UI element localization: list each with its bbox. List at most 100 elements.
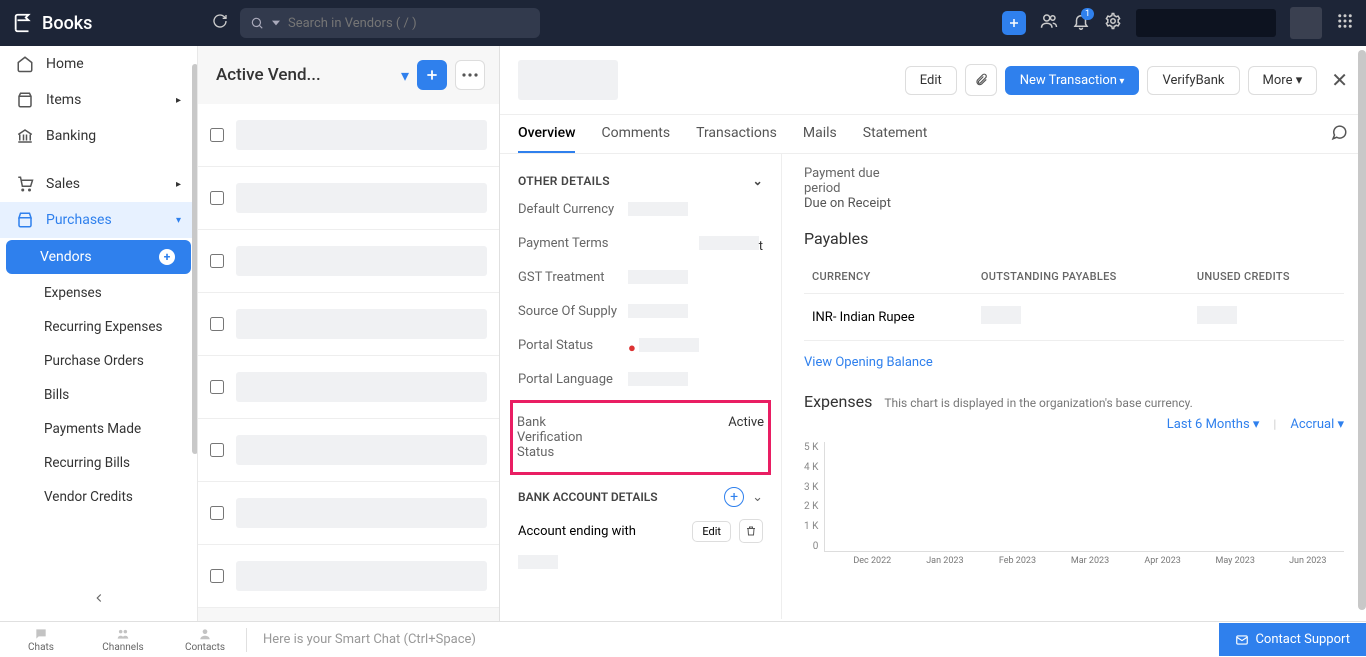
vendor-list-row[interactable]	[198, 545, 499, 608]
settings-icon[interactable]	[1104, 12, 1122, 34]
chart-controls: Last 6 Months ▾ | Accrual ▾	[804, 417, 1344, 432]
expenses-note: This chart is displayed in the organizat…	[884, 396, 1193, 410]
nav-vendors[interactable]: Vendors +	[6, 240, 191, 274]
vendor-list-panel: Active Vend... ▾	[198, 46, 500, 621]
nav-recurring-expenses[interactable]: Recurring Expenses	[0, 310, 197, 344]
tab-overview[interactable]: Overview	[518, 115, 575, 153]
row-checkbox[interactable]	[210, 128, 224, 142]
edit-bank-account-button[interactable]: Edit	[692, 521, 731, 542]
tab-mails[interactable]: Mails	[803, 115, 837, 153]
books-logo-icon	[12, 12, 34, 34]
user-avatar[interactable]	[1290, 7, 1322, 39]
view-opening-balance-link[interactable]: View Opening Balance	[804, 355, 933, 370]
top-bar: Books 1	[0, 0, 1366, 46]
row-checkbox[interactable]	[210, 569, 224, 583]
value-redacted	[628, 372, 688, 386]
nav-items[interactable]: Items ▸	[0, 82, 197, 118]
vendor-list-row[interactable]	[198, 482, 499, 545]
field-portal-language: Portal Language	[518, 364, 763, 398]
delete-bank-account-button[interactable]	[739, 519, 763, 543]
vendor-list-row[interactable]	[198, 293, 499, 356]
close-icon[interactable]: ✕	[1331, 68, 1348, 92]
nav-home[interactable]: Home	[0, 46, 197, 82]
search-scope-caret-icon[interactable]	[272, 19, 280, 27]
search-box[interactable]	[240, 8, 540, 38]
row-checkbox[interactable]	[210, 506, 224, 520]
nav-vendor-credits[interactable]: Vendor Credits	[0, 480, 197, 514]
vendor-list-row[interactable]	[198, 419, 499, 482]
bottom-tab-contacts[interactable]: Contacts	[164, 627, 246, 653]
vendor-name-redacted	[236, 561, 487, 591]
row-checkbox[interactable]	[210, 380, 224, 394]
chat-icon[interactable]	[1330, 115, 1348, 153]
nav-payments-made[interactable]: Payments Made	[0, 412, 197, 446]
tab-statement[interactable]: Statement	[863, 115, 928, 153]
list-more-button[interactable]	[455, 60, 485, 90]
vendor-list-row[interactable]	[198, 104, 499, 167]
list-filter-caret-icon[interactable]: ▾	[401, 66, 409, 85]
detail-body: OTHER DETAILS ⌄ Default Currency Payment…	[500, 154, 1366, 619]
section-bank-account-details[interactable]: BANK ACCOUNT DETAILS + ⌄	[518, 477, 763, 511]
tab-comments[interactable]: Comments	[601, 115, 670, 153]
list-header: Active Vend... ▾	[198, 46, 499, 104]
payables-table: CURRENCY OUTSTANDING PAYABLES UNUSED CRE…	[804, 260, 1344, 341]
bottom-tab-channels[interactable]: Channels	[82, 627, 164, 653]
row-checkbox[interactable]	[210, 443, 224, 457]
users-icon[interactable]	[1040, 12, 1058, 34]
bank-account-row: Account ending with Edit	[518, 511, 763, 551]
section-other-details[interactable]: OTHER DETAILS ⌄	[518, 168, 763, 194]
edit-button[interactable]: Edit	[905, 66, 957, 95]
nav-label: Recurring Expenses	[44, 319, 162, 335]
notifications-icon[interactable]: 1	[1072, 12, 1090, 34]
page-scrollbar[interactable]	[1358, 50, 1366, 610]
nav-banking[interactable]: Banking	[0, 118, 197, 154]
nav-purchase-orders[interactable]: Purchase Orders	[0, 344, 197, 378]
verify-bank-button[interactable]: VerifyBank	[1147, 66, 1239, 95]
nav-purchases[interactable]: Purchases ▾	[0, 202, 197, 238]
add-vendor-button[interactable]	[417, 60, 447, 90]
apps-grid-icon[interactable]	[1336, 12, 1354, 34]
chart-plot-area	[824, 442, 1344, 552]
search-input[interactable]	[288, 16, 530, 31]
bottom-tab-chats[interactable]: Chats	[0, 627, 82, 653]
quick-create-button[interactable]	[1002, 11, 1026, 35]
bottom-bar: Chats Channels Contacts Here is your Sma…	[0, 621, 1366, 657]
basis-selector[interactable]: Accrual ▾	[1290, 417, 1344, 432]
attachment-button[interactable]	[965, 64, 997, 96]
add-bank-account-icon[interactable]: +	[724, 487, 744, 507]
nav-label: Vendors	[40, 249, 92, 265]
sidebar-collapse-button[interactable]	[0, 584, 198, 615]
nav-bills[interactable]: Bills	[0, 378, 197, 412]
more-button[interactable]: More ▾	[1248, 66, 1318, 95]
payment-due-block: Payment due period Due on Receipt	[804, 166, 1344, 211]
new-transaction-button[interactable]: New Transaction	[1005, 66, 1140, 95]
value-redacted	[981, 306, 1021, 324]
nav-label: Recurring Bills	[44, 455, 130, 471]
chats-icon	[33, 627, 49, 641]
field-source-of-supply: Source Of Supply	[518, 296, 763, 330]
organization-selector[interactable]	[1136, 9, 1276, 37]
contact-support-button[interactable]: Contact Support	[1219, 623, 1366, 656]
nav-sales[interactable]: Sales ▸	[0, 166, 197, 202]
contacts-icon	[197, 627, 213, 641]
home-icon	[16, 55, 34, 73]
refresh-icon[interactable]	[212, 13, 228, 33]
value-redacted	[628, 202, 688, 216]
vendor-list-row[interactable]	[198, 167, 499, 230]
add-vendor-icon[interactable]: +	[159, 249, 175, 265]
field-payment-terms: Payment Terms t	[518, 228, 763, 262]
tab-transactions[interactable]: Transactions	[696, 115, 777, 153]
row-checkbox[interactable]	[210, 254, 224, 268]
row-checkbox[interactable]	[210, 317, 224, 331]
smart-chat-input[interactable]: Here is your Smart Chat (Ctrl+Space)	[247, 632, 1219, 647]
vendor-name-redacted	[236, 372, 487, 402]
vendor-name-redacted	[236, 309, 487, 339]
nav-recurring-bills[interactable]: Recurring Bills	[0, 446, 197, 480]
vendor-list-row[interactable]	[198, 356, 499, 419]
period-selector[interactable]: Last 6 Months ▾	[1167, 417, 1260, 432]
field-gst-treatment: GST Treatment	[518, 262, 763, 296]
notification-badge: 1	[1081, 8, 1094, 20]
nav-expenses[interactable]: Expenses	[0, 276, 197, 310]
row-checkbox[interactable]	[210, 191, 224, 205]
vendor-list-row[interactable]	[198, 230, 499, 293]
